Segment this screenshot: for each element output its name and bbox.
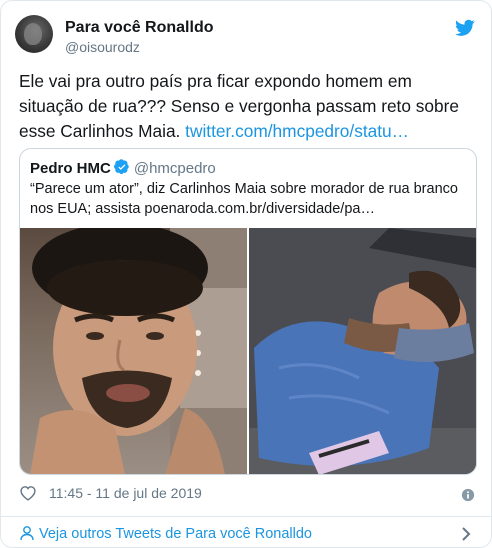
tweet-timestamp[interactable]: 11:45 - 11 de jul de 2019 xyxy=(49,485,202,501)
sleeping-man-illustration xyxy=(249,228,476,474)
verified-badge-icon xyxy=(113,159,129,175)
heart-icon[interactable] xyxy=(19,485,37,501)
tweet-text: Ele vai pra outro país pra ficar expondo… xyxy=(19,69,479,144)
more-tweets-label[interactable]: Veja outros Tweets de Para você Ronalldo xyxy=(39,526,312,542)
chevron-right-icon[interactable] xyxy=(461,527,471,541)
quoted-handle: @hmcpedro xyxy=(133,160,216,177)
sleeping-man-photo[interactable] xyxy=(249,228,476,474)
selfie-illustration xyxy=(30,228,247,474)
quoted-display-name: Pedro HMC xyxy=(30,160,111,177)
author-names[interactable]: Para você Ronalldo @oisourodz xyxy=(65,18,214,56)
tweet-header: Para você Ronalldo @oisourodz xyxy=(15,15,477,61)
quoted-media[interactable] xyxy=(20,228,476,474)
twitter-bird-icon[interactable] xyxy=(455,19,475,37)
info-icon[interactable] xyxy=(461,488,475,502)
quoted-tweet[interactable]: Pedro HMC @hmcpedro “Parece um ator”, di… xyxy=(19,148,477,475)
divider xyxy=(1,516,491,517)
person-icon xyxy=(20,526,34,541)
quoted-text: “Parece um ator”, diz Carlinhos Maia sob… xyxy=(30,181,458,217)
tweet-link[interactable]: twitter.com/hmcpedro/statu… xyxy=(185,121,409,141)
tweet-card[interactable]: Para você Ronalldo @oisourodz Ele vai pr… xyxy=(0,0,492,548)
author-avatar[interactable] xyxy=(15,15,53,53)
author-handle[interactable]: @oisourodz xyxy=(65,38,214,56)
more-tweets-link[interactable]: Veja outros Tweets de Para você Ronalldo xyxy=(19,525,477,545)
author-display-name[interactable]: Para você Ronalldo xyxy=(65,18,214,38)
quoted-header: Pedro HMC @hmcpedro xyxy=(30,159,216,179)
tweet-footer: 11:45 - 11 de jul de 2019 xyxy=(19,485,202,507)
selfie-photo[interactable] xyxy=(20,228,247,474)
